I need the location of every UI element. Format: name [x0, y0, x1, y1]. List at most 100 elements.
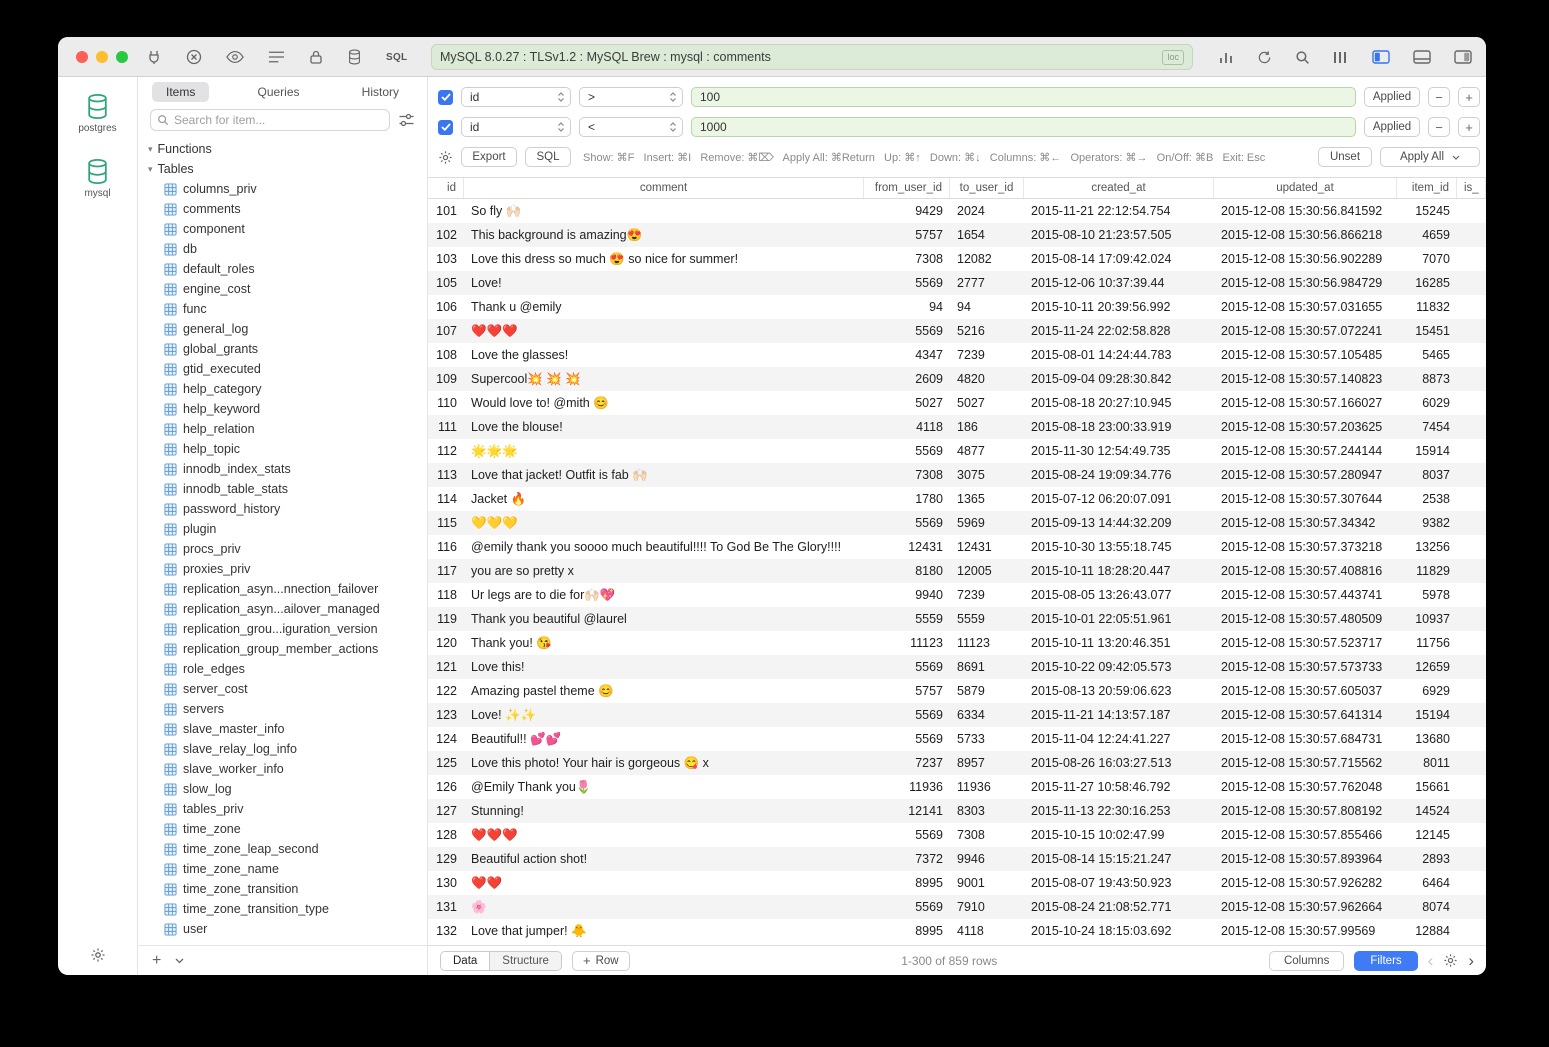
search-icon[interactable]: [1295, 50, 1310, 65]
sidebar-table-item[interactable]: help_category: [138, 379, 427, 399]
chevron-down-icon[interactable]: [175, 958, 184, 964]
table-row[interactable]: 109 Supercool💥 💥 💥 2609 4820 2015-09-04 …: [428, 367, 1486, 391]
column-header-created-at[interactable]: created_at: [1024, 178, 1214, 198]
table-row[interactable]: 103 Love this dress so much 😍 so nice fo…: [428, 247, 1486, 271]
sidebar-table-item[interactable]: server_cost: [138, 679, 427, 699]
table-row[interactable]: 121 Love this! 5569 8691 2015-10-22 09:4…: [428, 655, 1486, 679]
filter-value-input[interactable]: [691, 87, 1356, 107]
view-columns-icon[interactable]: [1333, 51, 1349, 64]
connection-plug-icon[interactable]: [146, 49, 162, 65]
filter-enabled-checkbox[interactable]: [438, 90, 453, 105]
column-header-id[interactable]: id: [428, 178, 464, 198]
eye-icon[interactable]: [226, 50, 244, 64]
unset-button[interactable]: Unset: [1318, 147, 1372, 167]
table-row[interactable]: 111 Love the blouse! 4118 186 2015-08-18…: [428, 415, 1486, 439]
filter-settings-gear-icon[interactable]: [438, 150, 453, 165]
next-page-chevron-icon[interactable]: ›: [1468, 951, 1474, 971]
filter-operator-select[interactable]: >: [579, 87, 683, 107]
table-row[interactable]: 132 Love that jumper! 🐥 8995 4118 2015-1…: [428, 919, 1486, 943]
column-header-is[interactable]: is_: [1457, 178, 1486, 198]
sidebar-table-item[interactable]: plugin: [138, 519, 427, 539]
sidebar-table-item[interactable]: tables_priv: [138, 799, 427, 819]
table-row[interactable]: 106 Thank u @emily 94 94 2015-10-11 20:3…: [428, 295, 1486, 319]
sidebar-table-item[interactable]: help_keyword: [138, 399, 427, 419]
add-filter-button[interactable]: +: [1458, 117, 1480, 137]
table-row[interactable]: 113 Love that jacket! Outfit is fab 🙌🏻 7…: [428, 463, 1486, 487]
filter-column-select[interactable]: id: [461, 117, 571, 137]
sidebar-table-item[interactable]: replication_asyn...nnection_failover: [138, 579, 427, 599]
sidebar-table-item[interactable]: servers: [138, 699, 427, 719]
sidebar-table-item[interactable]: time_zone_transition_type: [138, 899, 427, 919]
table-row[interactable]: 117 you are so pretty x 8180 12005 2015-…: [428, 559, 1486, 583]
sidebar-table-item[interactable]: procs_priv: [138, 539, 427, 559]
minimize-window-button[interactable]: [96, 51, 108, 63]
table-row[interactable]: 110 Would love to! @mith 😊 5027 5027 201…: [428, 391, 1486, 415]
table-row[interactable]: 107 ❤️❤️❤️ 5569 5216 2015-11-24 22:02:58…: [428, 319, 1486, 343]
table-row[interactable]: 115 💛💛💛 5569 5969 2015-09-13 14:44:32.20…: [428, 511, 1486, 535]
search-input[interactable]: [174, 113, 383, 127]
table-row[interactable]: 127 Stunning! 12141 8303 2015-11-13 22:3…: [428, 799, 1486, 823]
toggle-bottom-panel-icon[interactable]: [1413, 50, 1431, 64]
tree-group-functions[interactable]: ▾ Functions: [138, 139, 427, 159]
sidebar-table-item[interactable]: func: [138, 299, 427, 319]
remove-filter-button[interactable]: −: [1428, 117, 1450, 137]
sidebar-table-item[interactable]: slave_relay_log_info: [138, 739, 427, 759]
add-item-button[interactable]: +: [152, 953, 161, 969]
table-row[interactable]: 122 Amazing pastel theme 😊 5757 5879 201…: [428, 679, 1486, 703]
zoom-window-button[interactable]: [116, 51, 128, 63]
filter-enabled-checkbox[interactable]: [438, 120, 453, 135]
disconnect-icon[interactable]: [186, 49, 202, 65]
sidebar-table-item[interactable]: user: [138, 919, 427, 939]
sidebar-table-item[interactable]: columns_priv: [138, 179, 427, 199]
applied-button[interactable]: Applied: [1364, 87, 1420, 107]
table-row[interactable]: 118 Ur legs are to die for🙌🏻💖 9940 7239 …: [428, 583, 1486, 607]
table-row[interactable]: 131 🌸 5569 7910 2015-08-24 21:08:52.771 …: [428, 895, 1486, 919]
toggle-right-sidebar-icon[interactable]: [1454, 50, 1472, 64]
table-row[interactable]: 129 Beautiful action shot! 7372 9946 201…: [428, 847, 1486, 871]
connection-postgres[interactable]: postgres: [78, 93, 116, 134]
remove-filter-button[interactable]: −: [1428, 87, 1450, 107]
table-row[interactable]: 102 This background is amazing😍 5757 165…: [428, 223, 1486, 247]
filter-value-input[interactable]: [691, 117, 1356, 137]
database-icon[interactable]: [347, 49, 362, 65]
sidebar-table-item[interactable]: db: [138, 239, 427, 259]
sidebar-table-item[interactable]: password_history: [138, 499, 427, 519]
segment-structure[interactable]: Structure: [489, 952, 561, 970]
column-header-item-id[interactable]: item_id: [1397, 178, 1457, 198]
sidebar-table-item[interactable]: gtid_executed: [138, 359, 427, 379]
sidebar-table-item[interactable]: help_topic: [138, 439, 427, 459]
column-header-comment[interactable]: comment: [464, 178, 864, 198]
table-row[interactable]: 116 @emily thank you soooo much beautifu…: [428, 535, 1486, 559]
filter-sliders-icon[interactable]: [398, 113, 415, 127]
sidebar-table-item[interactable]: slave_worker_info: [138, 759, 427, 779]
tab-items[interactable]: Items: [152, 82, 209, 102]
table-row[interactable]: 101 So fly 🙌🏻 9429 2024 2015-11-21 22:12…: [428, 199, 1486, 223]
filter-operator-select[interactable]: <: [579, 117, 683, 137]
sidebar-table-item[interactable]: role_edges: [138, 659, 427, 679]
connection-mysql[interactable]: mysql: [84, 158, 111, 199]
sidebar-table-item[interactable]: time_zone_transition: [138, 879, 427, 899]
table-row[interactable]: 130 ❤️❤️ 8995 9001 2015-08-07 19:43:50.9…: [428, 871, 1486, 895]
table-row[interactable]: 108 Love the glasses! 4347 7239 2015-08-…: [428, 343, 1486, 367]
filters-button[interactable]: Filters: [1354, 951, 1417, 971]
tab-queries[interactable]: Queries: [243, 82, 313, 102]
lock-icon[interactable]: [309, 49, 323, 65]
sidebar-table-item[interactable]: innodb_table_stats: [138, 479, 427, 499]
export-button[interactable]: Export: [461, 147, 517, 167]
sidebar-table-item[interactable]: proxies_priv: [138, 559, 427, 579]
apply-all-button[interactable]: Apply All: [1380, 147, 1480, 167]
column-header-from-user-id[interactable]: from_user_id: [864, 178, 950, 198]
table-row[interactable]: 112 🌟🌟🌟 5569 4877 2015-11-30 12:54:49.73…: [428, 439, 1486, 463]
column-header-updated-at[interactable]: updated_at: [1214, 178, 1397, 198]
table-row[interactable]: 120 Thank you! 😘 11123 11123 2015-10-11 …: [428, 631, 1486, 655]
sidebar-table-item[interactable]: time_zone: [138, 819, 427, 839]
sidebar-table-item[interactable]: replication_grou...iguration_version: [138, 619, 427, 639]
sidebar-table-item[interactable]: replication_asyn...ailover_managed: [138, 599, 427, 619]
table-row[interactable]: 128 ❤️❤️❤️ 5569 7308 2015-10-15 10:02:47…: [428, 823, 1486, 847]
sidebar-table-item[interactable]: component: [138, 219, 427, 239]
sidebar-table-item[interactable]: time_zone_leap_second: [138, 839, 427, 859]
sidebar-table-item[interactable]: slave_master_info: [138, 719, 427, 739]
previous-page-chevron-icon[interactable]: ‹: [1428, 951, 1434, 971]
table-row[interactable]: 126 @Emily Thank you🌷 11936 11936 2015-1…: [428, 775, 1486, 799]
sidebar-table-item[interactable]: global_grants: [138, 339, 427, 359]
